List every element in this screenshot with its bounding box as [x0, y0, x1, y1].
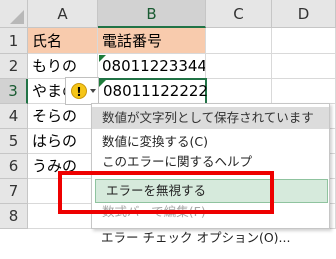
row-header-3[interactable]: 3 — [0, 79, 28, 104]
active-cell-b3[interactable]: 08011122222 — [97, 78, 208, 105]
menu-item-help[interactable]: このエラーに関するヘルプ — [92, 151, 329, 173]
row-header-5[interactable]: 5 — [0, 129, 28, 154]
warning-icon: ! — [71, 83, 87, 99]
menu-title: 数値が文字列として保存されています — [92, 107, 329, 129]
select-all-button[interactable] — [0, 0, 28, 28]
row-header-8[interactable]: 8 — [0, 204, 28, 229]
cell-a4[interactable]: そらの — [28, 104, 98, 129]
error-options-button[interactable]: ! — [65, 77, 99, 105]
row-header-1[interactable]: 1 — [0, 28, 28, 54]
column-header-a[interactable]: A — [28, 0, 98, 28]
cell-a5[interactable]: はらの — [28, 129, 98, 154]
cell-b1[interactable]: 電話番号 — [98, 28, 206, 54]
row-header-2[interactable]: 2 — [0, 54, 28, 79]
highlight-box — [58, 171, 274, 214]
cell-d1[interactable] — [272, 28, 336, 54]
cell-c2[interactable] — [206, 54, 272, 79]
row-header-6[interactable]: 6 — [0, 154, 28, 179]
menu-item-convert-to-number[interactable]: 数値に変換する(C) — [92, 131, 329, 153]
error-indicator-b2 — [99, 55, 106, 62]
cell-b2[interactable]: 08011223344 — [98, 54, 206, 79]
column-header-c[interactable]: C — [206, 0, 272, 28]
cell-d3[interactable] — [272, 79, 336, 104]
cell-a1[interactable]: 氏名 — [28, 28, 98, 54]
cell-b3: 08011122222 — [103, 82, 208, 100]
menu-item-error-check-options[interactable]: エラー チェック オプション(O)... — [91, 227, 330, 249]
dropdown-arrow-icon — [90, 89, 96, 93]
column-header-d[interactable]: D — [272, 0, 336, 28]
row-header-4[interactable]: 4 — [0, 104, 28, 129]
cell-c1[interactable] — [206, 28, 272, 54]
error-indicator-b3 — [99, 80, 106, 87]
column-header-b[interactable]: B — [98, 0, 206, 28]
cell-c3[interactable] — [206, 79, 272, 104]
cell-a2[interactable]: もりの — [28, 54, 98, 79]
cell-d2[interactable] — [272, 54, 336, 79]
row-header-7[interactable]: 7 — [0, 179, 28, 204]
